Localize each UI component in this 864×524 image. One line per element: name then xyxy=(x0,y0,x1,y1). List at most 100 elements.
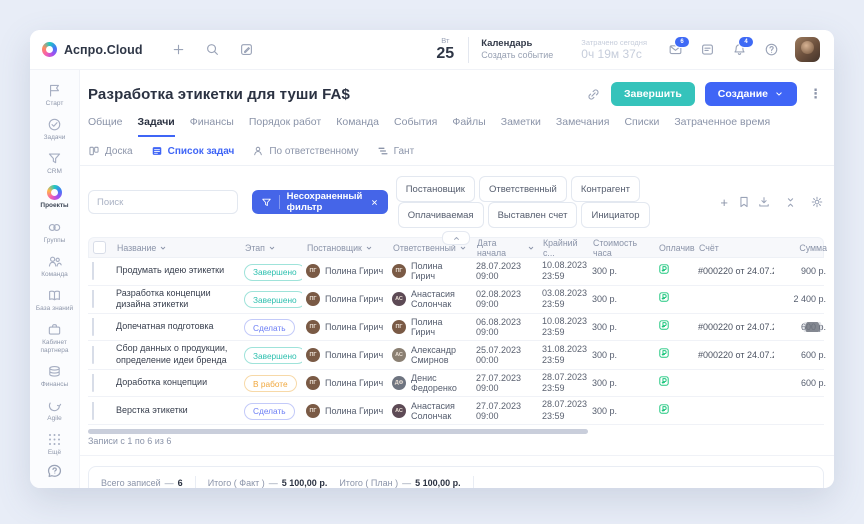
filter-chip-4[interactable]: Оплачиваемая xyxy=(398,202,484,228)
bookmark-icon[interactable] xyxy=(737,195,751,209)
app-logo[interactable]: Аспро.Cloud xyxy=(42,42,143,57)
row-checkbox[interactable] xyxy=(92,346,94,364)
column-header-3[interactable]: Постановщик xyxy=(303,243,389,253)
search-icon[interactable] xyxy=(203,40,223,60)
mail-icon[interactable]: 6 xyxy=(665,40,685,60)
sidebar-item-groups[interactable]: Группы xyxy=(32,215,78,249)
notifications-icon[interactable]: 4 xyxy=(729,40,749,60)
row-checkbox[interactable] xyxy=(92,374,94,392)
table-row[interactable]: Разработка концепции дизайна этикетки Зав… xyxy=(88,286,824,314)
stage-badge[interactable]: Сделать xyxy=(244,403,295,420)
tab-6[interactable]: События xyxy=(394,116,437,137)
stage-badge[interactable]: В работе xyxy=(244,375,297,392)
task-name[interactable]: Продумать идею этикетки xyxy=(116,265,236,277)
tab-10[interactable]: Списки xyxy=(624,116,659,137)
row-checkbox[interactable] xyxy=(92,290,94,308)
view-person[interactable]: По ответственному xyxy=(252,145,358,157)
row-checkbox[interactable] xyxy=(92,262,94,280)
tab-9[interactable]: Замечания xyxy=(556,116,610,137)
sidebar-item-knowledge[interactable]: База знаний xyxy=(32,283,78,317)
tab-4[interactable]: Порядок работ xyxy=(249,116,321,137)
tab-7[interactable]: Файлы xyxy=(452,116,485,137)
tab-8[interactable]: Заметки xyxy=(501,116,541,137)
help-icon[interactable] xyxy=(46,462,64,480)
user-avatar[interactable] xyxy=(795,37,820,62)
stage-badge[interactable]: Сделать xyxy=(244,319,295,336)
sidebar-item-agile[interactable]: Agile xyxy=(32,393,78,427)
stage-badge[interactable]: Завершено xyxy=(244,347,302,364)
filter-chip-2[interactable]: Ответственный xyxy=(479,176,567,202)
time-caption: Затрачено сегодня xyxy=(581,38,647,47)
sidebar-item-projects[interactable]: Проекты xyxy=(32,180,78,214)
assignee-cell: ПГПолина Гирич xyxy=(388,317,472,337)
task-name[interactable]: Верстка этикетки xyxy=(116,405,236,417)
view-board[interactable]: Доска xyxy=(88,145,133,157)
assignee-cell: ДФДенис Федоренко xyxy=(388,373,472,393)
column-header-2[interactable]: Этап xyxy=(241,243,303,253)
tab-5[interactable]: Команда xyxy=(336,116,379,137)
invoice[interactable]: #000220 от 24.07.2023 xyxy=(694,322,774,332)
tab-2[interactable]: Задачи xyxy=(138,116,175,137)
column-header-5[interactable]: Дата начала xyxy=(473,238,539,258)
filter-chip-5[interactable]: Выставлен счет xyxy=(488,202,578,228)
task-name[interactable]: Доработка концепции xyxy=(116,377,236,389)
drafts-icon[interactable] xyxy=(237,40,257,60)
add-filter-icon[interactable]: + xyxy=(717,195,731,210)
time-tracker[interactable]: Затрачено сегодня 0ч 19м 37с xyxy=(581,38,647,61)
table-row[interactable]: Верстка этикеткиСделатьПГПолина ГиричАСА… xyxy=(88,397,824,425)
create-button[interactable]: Создание xyxy=(705,82,797,106)
table-row[interactable]: Сбор данных о продукции, определение иде… xyxy=(88,341,824,369)
tab-11[interactable]: Затраченное время xyxy=(674,116,770,137)
avatar: ПГ xyxy=(306,404,320,418)
assignee-cell: АСАнастасия Солончак xyxy=(388,401,472,421)
calendar-date[interactable]: Вт 25 xyxy=(436,37,454,62)
start-date: 06.08.2023 09:00 xyxy=(472,317,538,337)
sidebar-item-tasks[interactable]: Задачи xyxy=(32,112,78,146)
applied-filter-label: Несохраненный фильтр xyxy=(287,191,363,213)
tab-1[interactable]: Общие xyxy=(88,116,123,137)
row-checkbox[interactable] xyxy=(92,402,94,420)
table-row[interactable]: Доработка концепцииВ работеПГПолина Гири… xyxy=(88,370,824,398)
row-checkbox[interactable] xyxy=(92,318,94,336)
complete-button[interactable]: Завершить xyxy=(611,82,695,106)
remove-filter-icon[interactable] xyxy=(370,198,379,207)
search-input[interactable] xyxy=(88,190,238,214)
invoice[interactable]: #000220 от 24.07.2023 xyxy=(694,266,774,276)
task-name[interactable]: Сбор данных о продукции, определение иде… xyxy=(116,343,236,366)
select-all-checkbox[interactable] xyxy=(93,241,106,254)
sidebar-item-finance[interactable]: Финансы xyxy=(32,359,78,393)
stage-badge[interactable]: Завершено xyxy=(244,264,302,281)
scrollbar-thumb[interactable] xyxy=(88,429,588,434)
table-row[interactable]: Допечатная подготовка Сделать ПГПолина Гир… xyxy=(88,314,824,342)
copy-link-icon[interactable] xyxy=(586,87,601,102)
collapse-filter-icon[interactable] xyxy=(442,231,470,245)
deadline: 28.07.202323:59 xyxy=(542,399,584,422)
sidebar-item-crm[interactable]: CRM xyxy=(32,146,78,180)
applied-filter-chip[interactable]: Несохраненный фильтр xyxy=(252,190,388,214)
sidebar-item-partner[interactable]: Кабинет партнера xyxy=(32,317,78,359)
sidebar-item-team[interactable]: Команда xyxy=(32,249,78,283)
task-name[interactable]: Разработка концепции дизайна этикетки xyxy=(116,288,236,311)
help-icon[interactable] xyxy=(761,40,781,60)
view-gantt[interactable]: Гант xyxy=(377,145,415,157)
table-row[interactable]: Продумать идею этикеткиЗавершеноПГПолина… xyxy=(88,258,824,286)
filter-chip-6[interactable]: Инициатор xyxy=(581,202,649,228)
column-header-1[interactable]: Название xyxy=(113,243,241,253)
collapse-rows-icon[interactable] xyxy=(784,196,797,209)
task-name[interactable]: Допечатная подготовка xyxy=(116,321,236,333)
more-actions-icon[interactable]: ⋮ xyxy=(807,86,824,102)
sidebar-item-start[interactable]: Старт xyxy=(32,78,78,112)
calendar-widget[interactable]: Календарь Создать событие xyxy=(481,38,553,61)
filter-chip-3[interactable]: Контрагент xyxy=(571,176,640,202)
stage-badge[interactable]: Завершено xyxy=(244,291,302,308)
invoice[interactable]: #000220 от 24.07.2023 xyxy=(694,350,774,360)
tab-3[interactable]: Финансы xyxy=(190,116,234,137)
quick-add-icon[interactable] xyxy=(169,40,189,60)
export-icon[interactable] xyxy=(757,195,771,209)
sidebar-item-more[interactable]: Ещё xyxy=(32,427,78,461)
table-settings-icon[interactable] xyxy=(810,195,824,209)
sum: 600 р. xyxy=(774,350,830,360)
filter-chip-1[interactable]: Постановщик xyxy=(396,176,475,202)
view-list[interactable]: Список задач xyxy=(151,145,235,157)
notes-icon[interactable] xyxy=(697,40,717,60)
